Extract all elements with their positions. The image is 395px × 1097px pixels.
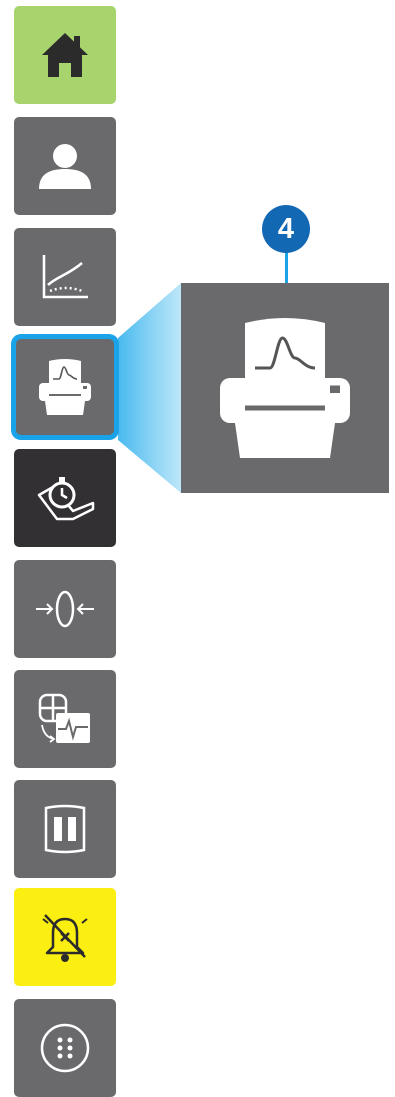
patient-button[interactable] [14,117,116,215]
home-icon [42,33,88,77]
alarm-bell-muted-icon [42,914,88,962]
printer-waveform-icon [39,359,91,415]
zoomed-print-report-icon-panel [181,283,389,493]
pause-icon [44,804,86,854]
trends-button[interactable] [14,228,116,326]
zero-button[interactable] [14,560,116,658]
dots-grid-icon [40,1023,90,1073]
more-menu-button[interactable] [14,999,116,1097]
stopwatch-hand-icon [37,477,95,521]
callout-number-badge: 4 [262,205,310,253]
print-report-button[interactable] [16,339,114,435]
monitor-network-icon [38,693,90,743]
person-icon [39,144,91,189]
printer-waveform-icon [220,318,350,458]
pause-button[interactable] [14,780,116,878]
trend-graph-icon [42,255,88,299]
alarm-silence-button[interactable] [14,888,116,986]
monitor-network-button[interactable] [14,670,116,768]
timed-measurement-button[interactable] [14,449,116,547]
zero-arrows-icon [36,590,94,628]
home-button[interactable] [14,6,116,104]
